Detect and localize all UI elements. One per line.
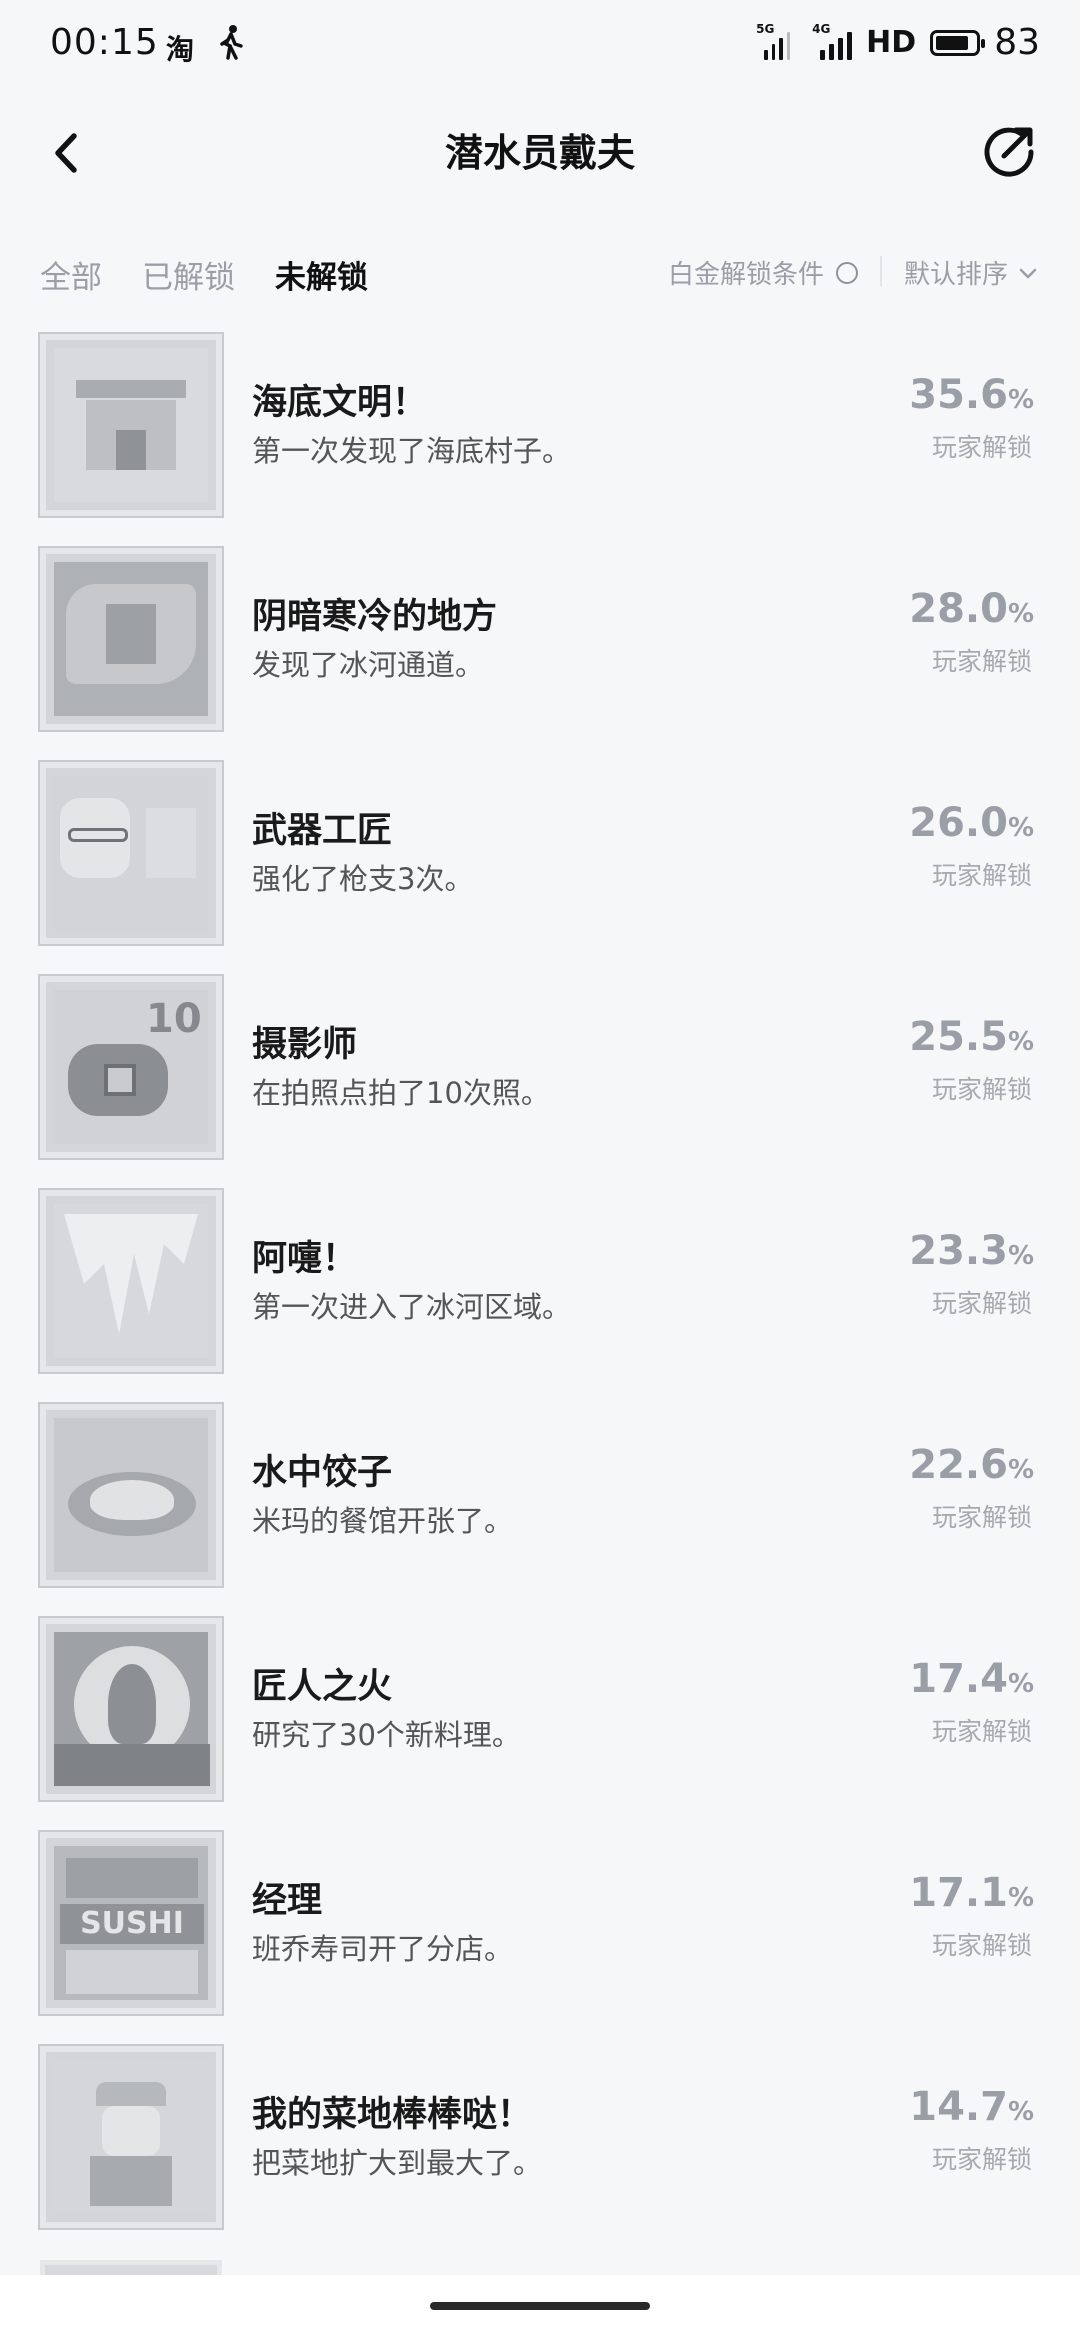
achievements-page: 00:15 淘 5G 4G HD 83 潜水员戴夫 全部 已解锁 未解锁 白金解… [0, 0, 1080, 2340]
sort-dropdown[interactable]: 默认排序 [904, 254, 1040, 291]
unlock-percent: 23.3% [909, 1228, 1034, 1274]
achievement-name: 匠人之火 [252, 1667, 393, 1707]
achievement-item[interactable]: 10 摄影师 在拍照点拍了10次照。 25.5% 玩家解锁 [0, 972, 1080, 1186]
hd-icon: HD [866, 25, 917, 60]
divider [880, 256, 882, 286]
unlock-label: 玩家解锁 [931, 1289, 1032, 1318]
unlock-percent: 14.7% [909, 2084, 1034, 2130]
unlock-label: 玩家解锁 [931, 1075, 1032, 1104]
achievement-item[interactable]: 水中饺子 米玛的餐馆开张了。 22.6% 玩家解锁 [0, 1400, 1080, 1614]
achievement-desc: 研究了30个新料理。 [252, 1718, 521, 1752]
achievement-name: 阴暗寒冷的地方 [252, 597, 498, 637]
tab-all[interactable]: 全部 [40, 252, 102, 297]
cave-icon [38, 546, 224, 732]
platinum-condition-label: 白金解锁条件 [667, 260, 824, 290]
temple-icon [38, 332, 224, 518]
achievement-name: 摄影师 [252, 1025, 358, 1065]
achievement-desc: 把菜地扩大到最大了。 [252, 2146, 543, 2180]
unlock-label: 玩家解锁 [931, 1503, 1032, 1532]
home-indicator[interactable] [430, 2302, 650, 2310]
share-icon[interactable] [974, 116, 1044, 186]
header: 潜水员戴夫 [0, 100, 1080, 210]
sushi-shop-icon: SUSHI [38, 1830, 224, 2016]
taobao-icon: 淘 [166, 33, 195, 66]
sort-label: 默认排序 [903, 260, 1008, 290]
achievement-desc: 班乔寿司开了分店。 [252, 1932, 514, 1966]
status-time: 00:15 [50, 22, 159, 63]
unlock-percent: 25.5% [909, 1014, 1034, 1060]
shop-sign: SUSHI [60, 1904, 204, 1944]
achievement-name: 海底文明！ [252, 383, 428, 423]
unlock-label: 玩家解锁 [931, 2145, 1032, 2174]
flame-icon [38, 1616, 224, 1802]
achievement-item[interactable]: 阿嚏！ 第一次进入了冰河区域。 23.3% 玩家解锁 [0, 1186, 1080, 1400]
achievement-name: 我的菜地棒棒哒！ [252, 2095, 533, 2135]
walk-icon [216, 24, 246, 68]
achievement-desc: 第一次发现了海底村子。 [252, 434, 572, 468]
craftsman-icon [38, 760, 224, 946]
achievement-item[interactable]: 匠人之火 研究了30个新料理。 17.4% 玩家解锁 [0, 1614, 1080, 1828]
achievement-name: 阿嚏！ [252, 1239, 358, 1279]
battery-percent: 83 [994, 22, 1040, 63]
unlock-percent: 17.4% [909, 1656, 1034, 1702]
achievement-desc: 米玛的餐馆开张了。 [252, 1504, 514, 1538]
achievement-item[interactable]: 海底文明！ 第一次发现了海底村子。 35.6% 玩家解锁 [0, 330, 1080, 544]
unlock-percent: 28.0% [909, 586, 1034, 632]
status-bar: 00:15 淘 5G 4G HD 83 [0, 0, 1080, 90]
unlock-percent: 35.6% [909, 372, 1034, 418]
achievement-item[interactable]: 阴暗寒冷的地方 发现了冰河通道。 28.0% 玩家解锁 [0, 544, 1080, 758]
unlock-label: 玩家解锁 [931, 433, 1032, 462]
camera-badge: 10 [146, 996, 202, 1042]
unlock-percent: 26.0% [909, 800, 1034, 846]
achievement-desc: 强化了枪支3次。 [252, 862, 474, 896]
achievement-name: 武器工匠 [252, 811, 393, 851]
farmer-icon [38, 2044, 224, 2230]
achievement-list: 海底文明！ 第一次发现了海底村子。 35.6% 玩家解锁 阴暗寒冷的地方 发现了… [0, 330, 1080, 2256]
unlock-percent: 22.6% [909, 1442, 1034, 1488]
dumpling-icon [38, 1402, 224, 1588]
signal-5g-icon: 5G [756, 22, 791, 60]
achievement-desc: 在拍照点拍了10次照。 [252, 1076, 550, 1110]
achievement-name: 经理 [252, 1881, 323, 1921]
platinum-condition-toggle[interactable]: 白金解锁条件 [668, 254, 858, 291]
unlock-label: 玩家解锁 [931, 647, 1032, 676]
achievement-name: 水中饺子 [252, 1453, 393, 1493]
radio-circle-icon [836, 261, 858, 284]
achievement-desc: 第一次进入了冰河区域。 [252, 1290, 572, 1324]
achievement-item[interactable]: 我的菜地棒棒哒！ 把菜地扩大到最大了。 14.7% 玩家解锁 [0, 2042, 1080, 2256]
unlock-percent: 17.1% [909, 1870, 1034, 1916]
unlock-label: 玩家解锁 [931, 1931, 1032, 1960]
page-title: 潜水员戴夫 [444, 131, 635, 175]
battery-icon [930, 29, 986, 56]
tab-unlocked[interactable]: 已解锁 [142, 252, 235, 297]
unlock-label: 玩家解锁 [931, 861, 1032, 890]
achievement-item[interactable]: SUSHI 经理 班乔寿司开了分店。 17.1% 玩家解锁 [0, 1828, 1080, 2042]
tab-locked[interactable]: 未解锁 [275, 252, 368, 297]
icicle-icon [38, 1188, 224, 1374]
camera-icon: 10 [38, 974, 224, 1160]
achievement-item[interactable]: 武器工匠 强化了枪支3次。 26.0% 玩家解锁 [0, 758, 1080, 972]
unlock-label: 玩家解锁 [931, 1717, 1032, 1746]
signal-4g-icon: 4G [812, 22, 853, 60]
chevron-down-icon [1019, 268, 1037, 278]
achievement-desc: 发现了冰河通道。 [252, 648, 485, 682]
filter-bar: 全部 已解锁 未解锁 白金解锁条件 默认排序 [0, 238, 1080, 308]
